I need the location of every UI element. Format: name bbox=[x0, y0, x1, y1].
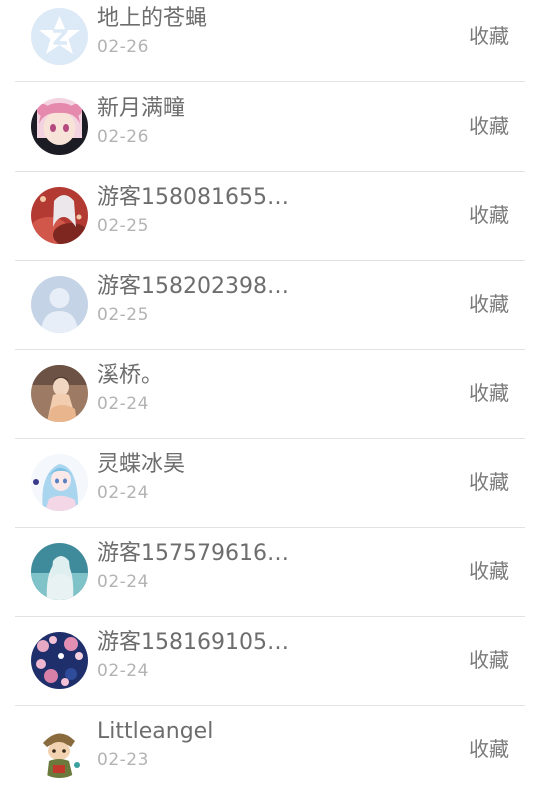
favorite-button[interactable]: 收藏 bbox=[469, 380, 509, 406]
list-item[interactable]: 游客158202398… 02-25 收藏 bbox=[15, 262, 525, 350]
list-item[interactable]: 新月满疃 02-26 收藏 bbox=[15, 84, 525, 172]
favorite-button[interactable]: 收藏 bbox=[469, 647, 509, 673]
favorite-button[interactable]: 收藏 bbox=[469, 736, 509, 762]
user-name: 游客158169105… bbox=[97, 630, 289, 655]
favorite-button[interactable]: 收藏 bbox=[469, 469, 509, 495]
favorite-button[interactable]: 收藏 bbox=[469, 291, 509, 317]
list-item[interactable]: 游客158081655… 02-25 收藏 bbox=[15, 173, 525, 261]
qzone-star-avatar-icon[interactable] bbox=[31, 8, 88, 65]
anime-girl-blue-hair-avatar-icon[interactable] bbox=[31, 454, 88, 511]
user-name: 游客158081655… bbox=[97, 185, 289, 210]
user-name: 溪桥。 bbox=[97, 363, 164, 388]
favorite-button[interactable]: 收藏 bbox=[469, 113, 509, 139]
user-name: 游客158202398… bbox=[97, 274, 289, 299]
post-date: 02-24 bbox=[97, 394, 149, 414]
user-name: Littleangel bbox=[97, 719, 214, 744]
anime-girl-teal-avatar-icon[interactable] bbox=[31, 543, 88, 600]
post-date: 02-26 bbox=[97, 127, 149, 147]
user-name: 新月满疃 bbox=[97, 96, 186, 121]
post-date: 02-24 bbox=[97, 572, 149, 592]
anime-girl-red-avatar-icon[interactable] bbox=[31, 187, 88, 244]
favorite-button[interactable]: 收藏 bbox=[469, 202, 509, 228]
post-date: 02-23 bbox=[97, 750, 149, 770]
anime-girl-pink-avatar-icon[interactable] bbox=[31, 98, 88, 155]
user-name: 游客157579616… bbox=[97, 541, 289, 566]
list-item[interactable]: 灵蝶冰昊 02-24 收藏 bbox=[15, 440, 525, 528]
favorite-button[interactable]: 收藏 bbox=[469, 23, 509, 49]
blossom-night-avatar-icon[interactable] bbox=[31, 632, 88, 689]
user-list: 地上的苍蝇 02-26 收藏 新月满疃 02-26 收藏 游客158081655… bbox=[0, 0, 533, 793]
post-date: 02-24 bbox=[97, 483, 149, 503]
list-item[interactable]: 游客158169105… 02-24 收藏 bbox=[15, 618, 525, 706]
favorite-button[interactable]: 收藏 bbox=[469, 558, 509, 584]
list-item[interactable]: 溪桥。 02-24 收藏 bbox=[15, 351, 525, 439]
post-date: 02-25 bbox=[97, 216, 149, 236]
post-date: 02-25 bbox=[97, 305, 149, 325]
user-name: 灵蝶冰昊 bbox=[97, 452, 186, 477]
doll-avatar-icon[interactable] bbox=[31, 365, 88, 422]
list-item[interactable]: 地上的苍蝇 02-26 收藏 bbox=[15, 0, 525, 82]
post-date: 02-24 bbox=[97, 661, 149, 681]
user-name: 地上的苍蝇 bbox=[97, 6, 208, 31]
cartoon-character-avatar-icon[interactable] bbox=[31, 721, 88, 778]
list-item[interactable]: Littleangel 02-23 收藏 bbox=[15, 707, 525, 795]
post-date: 02-26 bbox=[97, 37, 149, 57]
list-item[interactable]: 游客157579616… 02-24 收藏 bbox=[15, 529, 525, 617]
default-user-avatar-icon[interactable] bbox=[31, 276, 88, 333]
